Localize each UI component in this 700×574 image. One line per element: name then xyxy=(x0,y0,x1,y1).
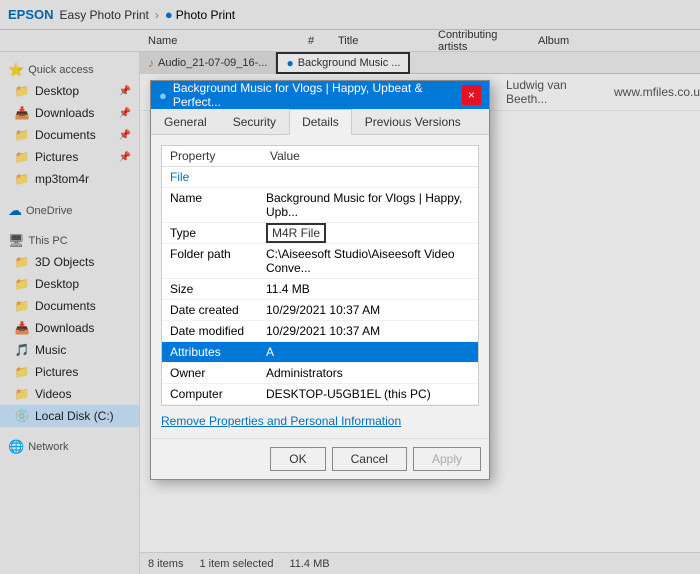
prop-val-modified: 10/29/2021 10:37 AM xyxy=(266,324,470,338)
prop-val-computer: DESKTOP-U5GB1EL (this PC) xyxy=(266,387,470,401)
prop-val-name: Background Music for Vlogs | Happy, Upb.… xyxy=(266,191,470,219)
cancel-button[interactable]: Cancel xyxy=(332,447,407,471)
prop-key-owner: Owner xyxy=(170,366,266,380)
prop-row-folder: Folder path C:\Aiseesoft Studio\Aiseesof… xyxy=(162,244,478,279)
dialog-title-icon: ● xyxy=(159,88,167,103)
prop-key-created: Date created xyxy=(170,303,266,317)
prop-row-attributes: Attributes A xyxy=(162,342,478,363)
properties-dialog: ● Background Music for Vlogs | Happy, Up… xyxy=(150,80,490,480)
prop-key-attributes: Attributes xyxy=(170,345,266,359)
prop-val-type: M4R File xyxy=(266,226,470,240)
dialog-tab-security[interactable]: Security xyxy=(220,109,289,134)
dialog-title: Background Music for Vlogs | Happy, Upbe… xyxy=(173,81,462,109)
prop-key-modified: Date modified xyxy=(170,324,266,338)
prop-row-size: Size 11.4 MB xyxy=(162,279,478,300)
prop-val-attributes: A xyxy=(266,345,470,359)
table-header: Property Value xyxy=(162,146,478,167)
type-value-highlighted: M4R File xyxy=(266,223,326,243)
dialog-titlebar: ● Background Music for Vlogs | Happy, Up… xyxy=(151,81,489,109)
prop-val-owner: Administrators xyxy=(266,366,470,380)
dialog-tab-details[interactable]: Details xyxy=(289,109,352,135)
prop-row-modified: Date modified 10/29/2021 10:37 AM xyxy=(162,321,478,342)
prop-val-created: 10/29/2021 10:37 AM xyxy=(266,303,470,317)
dialog-close-button[interactable]: × xyxy=(462,85,481,105)
dialog-content: Property Value File Name Background Musi… xyxy=(151,135,489,438)
ok-button[interactable]: OK xyxy=(270,447,325,471)
dialog-title-container: ● Background Music for Vlogs | Happy, Up… xyxy=(159,81,462,109)
dialog-footer: OK Cancel Apply xyxy=(151,438,489,479)
prop-row-computer: Computer DESKTOP-U5GB1EL (this PC) xyxy=(162,384,478,405)
prop-row-name: Name Background Music for Vlogs | Happy,… xyxy=(162,188,478,223)
prop-key-size: Size xyxy=(170,282,266,296)
dialog-tabs: General Security Details Previous Versio… xyxy=(151,109,489,135)
properties-table-container: Property Value File Name Background Musi… xyxy=(161,145,479,406)
remove-properties-link[interactable]: Remove Properties and Personal Informati… xyxy=(161,414,479,428)
prop-val-folder: C:\Aiseesoft Studio\Aiseesoft Video Conv… xyxy=(266,247,470,275)
prop-row-owner: Owner Administrators xyxy=(162,363,478,384)
modal-overlay: ● Background Music for Vlogs | Happy, Up… xyxy=(0,0,700,574)
col-property-header: Property xyxy=(170,149,270,163)
prop-row-created: Date created 10/29/2021 10:37 AM xyxy=(162,300,478,321)
prop-val-size: 11.4 MB xyxy=(266,282,470,296)
file-section-header: File xyxy=(162,167,478,188)
prop-row-type: Type M4R File xyxy=(162,223,478,244)
prop-key-computer: Computer xyxy=(170,387,266,401)
prop-key-type: Type xyxy=(170,226,266,240)
col-value-header: Value xyxy=(270,149,470,163)
apply-button[interactable]: Apply xyxy=(413,447,481,471)
prop-key-name: Name xyxy=(170,191,266,219)
dialog-tab-general[interactable]: General xyxy=(151,109,220,134)
dialog-tab-previous[interactable]: Previous Versions xyxy=(352,109,474,134)
prop-key-folder: Folder path xyxy=(170,247,266,275)
